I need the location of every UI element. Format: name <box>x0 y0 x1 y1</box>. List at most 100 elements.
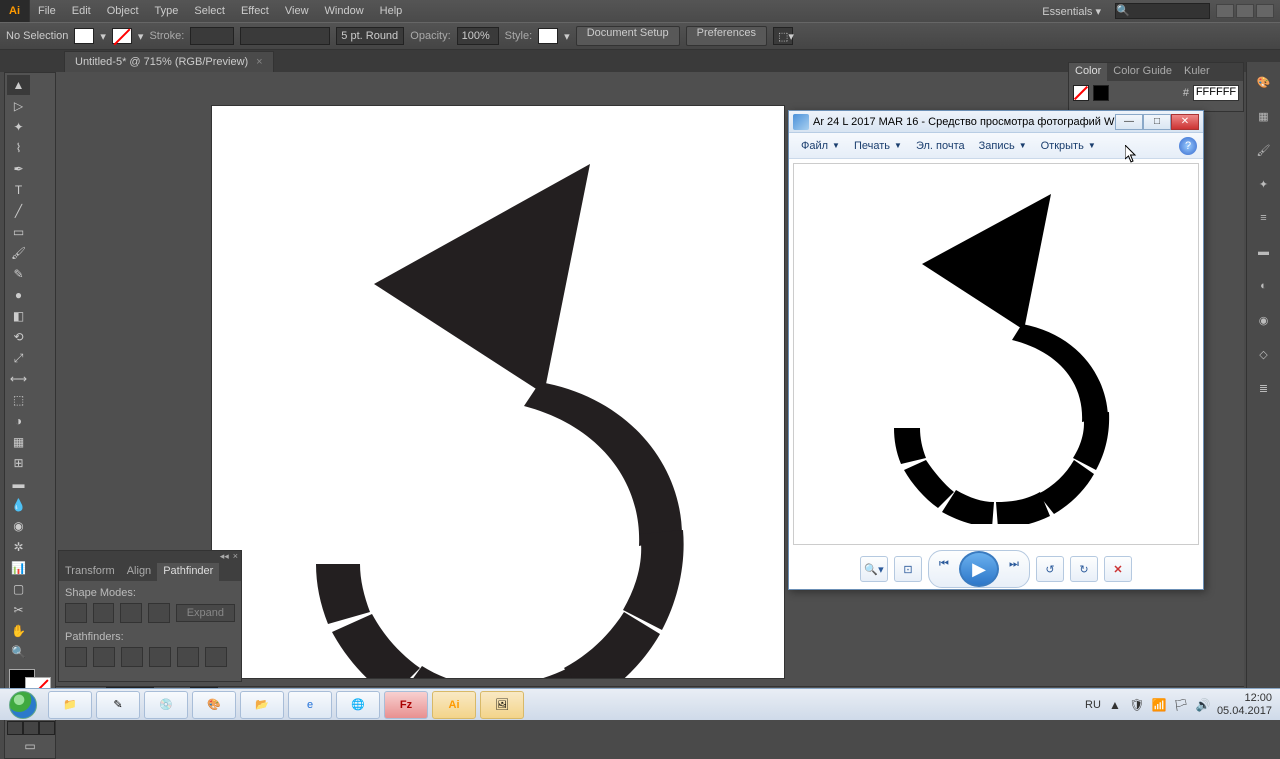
window-close[interactable] <box>1256 4 1274 18</box>
viewer-help-button[interactable]: ? <box>1179 137 1197 155</box>
viewer-file-menu[interactable]: Файл▼ <box>795 137 846 155</box>
tray-icon-action[interactable]: 🏳 <box>1173 697 1189 713</box>
scale-tool[interactable]: ⤢ <box>7 348 30 368</box>
appearance-panel-icon[interactable]: ◉ <box>1254 310 1274 330</box>
taskbar-ie[interactable]: e <box>288 691 332 719</box>
window-minimize[interactable] <box>1216 4 1234 18</box>
tray-icon-1[interactable]: ▲ <box>1107 697 1123 713</box>
menu-type[interactable]: Type <box>147 5 187 17</box>
viewer-close-button[interactable]: ✕ <box>1171 114 1199 130</box>
pencil-tool[interactable]: ✎ <box>7 264 30 284</box>
actual-size-button[interactable]: ⊡ <box>894 556 922 582</box>
type-tool[interactable]: T <box>7 180 30 200</box>
merge-button[interactable] <box>121 647 143 667</box>
pen-tool[interactable]: ✒ <box>7 159 30 179</box>
tray-icon-volume[interactable]: 🔊 <box>1195 697 1211 713</box>
panel-fill-swatch[interactable] <box>1073 85 1089 101</box>
magic-wand-tool[interactable]: ✦ <box>7 117 30 137</box>
workspace-switcher[interactable]: Essentials ▾ <box>1034 3 1109 20</box>
symbols-panel-icon[interactable]: ✦ <box>1254 174 1274 194</box>
crop-button[interactable] <box>149 647 171 667</box>
menu-select[interactable]: Select <box>186 5 233 17</box>
minus-front-button[interactable] <box>93 603 115 623</box>
rotate-tool[interactable]: ⟲ <box>7 327 30 347</box>
symbol-sprayer-tool[interactable]: ✲ <box>7 537 30 557</box>
viewer-print-menu[interactable]: Печать▼ <box>848 137 908 155</box>
previous-button[interactable]: ⏮ <box>929 551 959 577</box>
viewer-minimize-button[interactable]: — <box>1115 114 1143 130</box>
delete-button[interactable]: ✕ <box>1104 556 1132 582</box>
color-guide-tab[interactable]: Color Guide <box>1107 63 1178 81</box>
taskbar-app-2[interactable]: ✎ <box>96 691 140 719</box>
start-button[interactable] <box>0 689 46 721</box>
eraser-tool[interactable]: ◧ <box>7 306 30 326</box>
photo-viewer-titlebar[interactable]: Ar 24 L 2017 MAR 16 - Средство просмотра… <box>789 111 1203 133</box>
viewer-maximize-button[interactable]: □ <box>1143 114 1171 130</box>
minus-back-button[interactable] <box>205 647 227 667</box>
window-maximize[interactable] <box>1236 4 1254 18</box>
panel-stroke-swatch[interactable] <box>1093 85 1109 101</box>
clock[interactable]: 12:00 05.04.2017 <box>1217 692 1272 716</box>
menu-file[interactable]: File <box>30 5 64 17</box>
transparency-panel-icon[interactable]: ◐ <box>1254 276 1274 296</box>
eyedropper-tool[interactable]: 💧 <box>7 495 30 515</box>
hex-input[interactable]: FFFFFF <box>1193 85 1239 101</box>
unite-button[interactable] <box>65 603 87 623</box>
rotate-cw-button[interactable]: ↻ <box>1070 556 1098 582</box>
tray-icon-antivirus[interactable]: 🛡 <box>1129 697 1145 713</box>
viewer-burn-menu[interactable]: Запись▼ <box>973 137 1033 155</box>
taskbar-chrome[interactable]: 🌐 <box>336 691 380 719</box>
artboard-tool[interactable]: ▢ <box>7 579 30 599</box>
brushes-panel-icon[interactable]: 🖌 <box>1254 140 1274 160</box>
pathfinder-tab[interactable]: Pathfinder <box>157 563 219 581</box>
selection-tool[interactable]: ▲ <box>7 75 30 95</box>
graphic-style-swatch[interactable] <box>538 28 558 44</box>
variable-width-profile[interactable] <box>240 27 330 45</box>
zoom-tool[interactable]: 🔍 <box>7 642 30 662</box>
lang-indicator[interactable]: RU <box>1085 699 1101 711</box>
width-tool[interactable]: ⟷ <box>7 369 30 389</box>
slice-tool[interactable]: ✂ <box>7 600 30 620</box>
menu-help[interactable]: Help <box>372 5 411 17</box>
taskbar-explorer[interactable]: 📂 <box>240 691 284 719</box>
preferences-button[interactable]: Preferences <box>686 26 767 46</box>
document-tab[interactable]: Untitled-5* @ 715% (RGB/Preview) × <box>64 51 274 72</box>
direct-selection-tool[interactable]: ▷ <box>7 96 30 116</box>
opacity-field[interactable]: 100% <box>457 27 499 45</box>
draw-normal[interactable] <box>7 721 23 735</box>
outline-button[interactable] <box>177 647 199 667</box>
photo-viewer-image-area[interactable] <box>793 163 1199 545</box>
lasso-tool[interactable]: ⌇ <box>7 138 30 158</box>
menu-window[interactable]: Window <box>317 5 372 17</box>
taskbar-photo-viewer[interactable]: 🖼 <box>480 691 524 719</box>
screen-mode-button[interactable]: ▭ <box>7 736 53 756</box>
menu-view[interactable]: View <box>277 5 317 17</box>
slideshow-button[interactable]: ▶ <box>959 551 999 587</box>
draw-behind[interactable] <box>23 721 39 735</box>
color-panel-icon[interactable]: 🎨 <box>1254 72 1274 92</box>
rotate-ccw-button[interactable]: ↺ <box>1036 556 1064 582</box>
gradient-tool[interactable]: ▬ <box>7 474 30 494</box>
kuler-tab[interactable]: Kuler <box>1178 63 1216 81</box>
stroke-swatch[interactable] <box>112 28 132 44</box>
taskbar-app-4[interactable]: 🎨 <box>192 691 236 719</box>
exclude-button[interactable] <box>148 603 170 623</box>
viewer-email-menu[interactable]: Эл. почта <box>910 137 971 155</box>
stroke-panel-icon[interactable]: ≡ <box>1254 208 1274 228</box>
layers-panel-icon[interactable]: ≣ <box>1254 378 1274 398</box>
stroke-weight-field[interactable] <box>190 27 234 45</box>
fill-swatch[interactable] <box>74 28 94 44</box>
divide-button[interactable] <box>65 647 87 667</box>
taskbar-app-3[interactable]: 💿 <box>144 691 188 719</box>
taskbar-app-1[interactable]: 📁 <box>48 691 92 719</box>
document-tab-close[interactable]: × <box>256 56 262 68</box>
paintbrush-tool[interactable]: 🖌 <box>7 243 30 263</box>
menu-effect[interactable]: Effect <box>233 5 277 17</box>
next-button[interactable]: ⏭ <box>999 551 1029 577</box>
taskbar-filezilla[interactable]: Fz <box>384 691 428 719</box>
transform-tab[interactable]: Transform <box>59 563 121 581</box>
blend-tool[interactable]: ◉ <box>7 516 30 536</box>
panel-close-icon[interactable]: × <box>233 551 238 563</box>
expand-button[interactable]: Expand <box>176 604 235 622</box>
align-tab[interactable]: Align <box>121 563 157 581</box>
